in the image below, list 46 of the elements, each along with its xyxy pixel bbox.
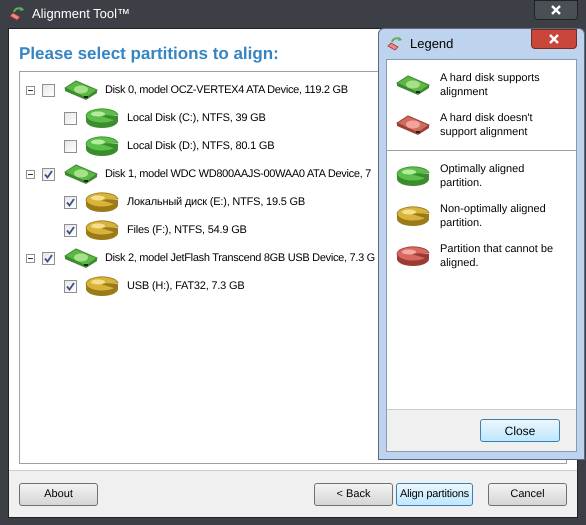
checkbox[interactable] (42, 84, 55, 96)
legend-text: Non-optimally aligned partition. (440, 202, 547, 230)
checkbox[interactable] (42, 252, 55, 264)
checkbox[interactable] (64, 140, 77, 152)
checkbox[interactable] (64, 280, 77, 292)
page-heading: Please select partitions to align: (19, 43, 279, 65)
check-icon (66, 198, 75, 206)
collapse-toggle[interactable] (26, 170, 35, 178)
disk-label: Disk 1, model WDC WD800AAJS-00WAA0 ATA Device, 7 (105, 166, 371, 182)
close-button[interactable]: Close (480, 419, 560, 442)
partition-label: Files (F:), NTFS, 54.9 GB (127, 222, 247, 238)
check-icon (44, 170, 53, 178)
legend-text: Optimally aligned partition. (440, 162, 526, 190)
minus-icon (28, 172, 33, 176)
partition-label: USB (H:), FAT32, 7.3 GB (127, 278, 244, 294)
collapse-toggle[interactable] (26, 254, 35, 262)
partition-label: Local Disk (C:), NTFS, 39 GB (127, 110, 266, 126)
check-icon (66, 226, 75, 234)
close-icon (551, 5, 561, 15)
footer-button[interactable]: About (19, 482, 98, 506)
checkbox[interactable] (64, 196, 77, 208)
check-icon (44, 254, 53, 262)
legend-text: Partition that cannot be aligned. (440, 242, 554, 270)
close-button[interactable] (534, 0, 578, 20)
checkbox[interactable] (64, 224, 77, 236)
footer-button[interactable]: Cancel (488, 482, 567, 506)
footer-button[interactable]: Align partitions (396, 482, 473, 506)
close-icon (549, 34, 559, 44)
app-icon (8, 6, 26, 22)
partition-label: Local Disk (D:), NTFS, 80.1 GB (127, 138, 274, 154)
partition-label: Локальный диск (E:), NTFS, 19.5 GB (127, 194, 305, 210)
minus-icon (28, 88, 33, 92)
disk-label: Disk 2, model JetFlash Transcend 8GB USB Device, 7.3 G (105, 250, 375, 266)
legend-title: Legend (410, 35, 454, 54)
check-icon (66, 282, 75, 290)
checkbox[interactable] (42, 168, 55, 180)
app-icon (386, 36, 404, 52)
disk-label: Disk 0, model OCZ-VERTEX4 ATA Device, 119.2 GB (105, 82, 348, 98)
legend-text: A hard disk supports alignment (440, 71, 541, 99)
checkbox[interactable] (64, 112, 77, 124)
window-title: Alignment Tool™ (32, 5, 130, 24)
footer-button[interactable]: < Back (314, 482, 393, 506)
collapse-toggle[interactable] (26, 86, 35, 94)
legend-text: A hard disk doesn't support alignment (440, 111, 534, 139)
minus-icon (28, 256, 33, 260)
close-button[interactable] (531, 29, 577, 49)
